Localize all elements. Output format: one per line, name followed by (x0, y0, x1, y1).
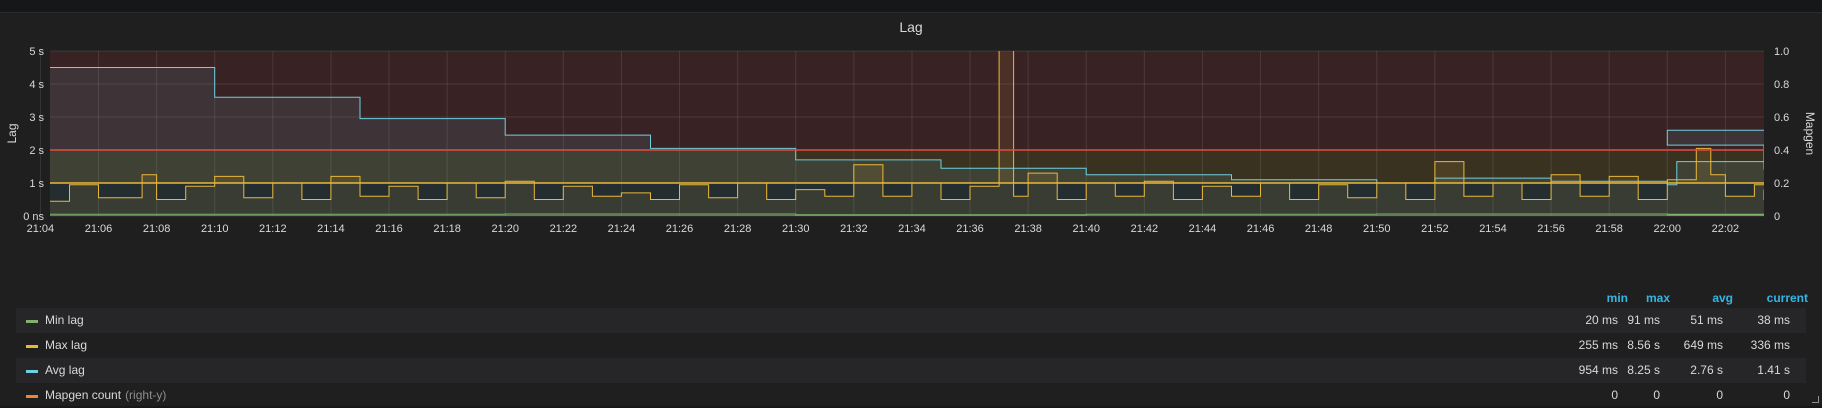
graph-panel: Lag 0 ns 1 s 2 s 3 s 4 s 5 s 0 0.2 0.4 0.6 0.8 1.0 2… (0, 12, 1822, 406)
x-tick-label: 21:24 (608, 223, 636, 235)
legend-series-label: Mapgen count (45, 388, 122, 402)
x-tick-label: 21:26 (666, 223, 694, 235)
x-tick-label: 21:46 (1247, 223, 1275, 235)
legend-series-name[interactable]: Mapgen count (right-y) (45, 383, 166, 408)
x-tick-label: 21:48 (1305, 223, 1333, 235)
x-tick-label: 21:28 (724, 223, 752, 235)
x-tick-label: 21:08 (143, 223, 171, 235)
legend-value-current: 0 (1783, 388, 1790, 402)
legend-swatch[interactable] (26, 345, 38, 348)
x-tick-label: 21:42 (1131, 223, 1159, 235)
legend-series-name[interactable]: Avg lag (45, 358, 85, 383)
x-tick-label: 21:04 (27, 223, 55, 235)
legend-row[interactable]: Mapgen count (right-y) 0 0 0 0 (16, 383, 1806, 408)
x-tick-label: 21:36 (956, 223, 984, 235)
x-tick-label: 22:02 (1712, 223, 1740, 235)
resize-handle[interactable] (1812, 396, 1819, 403)
y-right-tick-label: 0.8 (1774, 79, 1789, 91)
y-right-tick-label: 0.4 (1774, 145, 1789, 157)
x-tick-label: 21:32 (840, 223, 868, 235)
x-tick-label: 21:56 (1537, 223, 1565, 235)
x-tick-label: 21:52 (1421, 223, 1449, 235)
legend-axis-label: (right-y) (125, 388, 167, 402)
x-tick-label: 21:20 (491, 223, 519, 235)
y-right-tick-label: 0.2 (1774, 178, 1789, 190)
x-tick-label: 21:34 (898, 223, 926, 235)
legend-value-current: 336 ms (1750, 338, 1790, 352)
y-left-tick-label: 0 ns (23, 211, 44, 223)
x-tick-label: 21:44 (1189, 223, 1217, 235)
y-left-tick-label: 4 s (29, 79, 44, 91)
x-tick-label: 21:14 (317, 223, 345, 235)
x-tick-label: 21:40 (1072, 223, 1100, 235)
legend-swatch[interactable] (26, 395, 38, 398)
legend-series-label: Min lag (45, 313, 84, 327)
x-tick-label: 21:38 (1014, 223, 1042, 235)
x-tick-label: 21:22 (550, 223, 578, 235)
y-right-axis-label: Mapgen (1803, 112, 1817, 155)
x-tick-label: 21:54 (1479, 223, 1507, 235)
legend-value-current: 1.41 s (1757, 363, 1790, 377)
legend-series-name[interactable]: Max lag (45, 333, 87, 358)
x-tick-label: 21:12 (259, 223, 287, 235)
x-tick-label: 21:10 (201, 223, 229, 235)
legend-swatch[interactable] (26, 370, 38, 373)
x-tick-label: 21:58 (1595, 223, 1623, 235)
y-left-tick-label: 2 s (29, 145, 44, 157)
legend-row[interactable]: Avg lag 954 ms 8.25 s 2.76 s 1.41 s (16, 358, 1806, 383)
x-tick-label: 21:30 (782, 223, 810, 235)
y-right-tick-label: 0 (1774, 211, 1780, 223)
y-right-tick-label: 0.6 (1774, 112, 1789, 124)
y-left-tick-label: 5 s (29, 46, 44, 58)
y-left-tick-label: 1 s (29, 178, 44, 190)
lag-chart[interactable]: 0 ns 1 s 2 s 3 s 4 s 5 s 0 0.2 0.4 0.6 0.8 1.0 21:04… (0, 13, 1822, 278)
legend-series-name[interactable]: Min lag (45, 308, 84, 333)
legend-series-label: Max lag (45, 338, 88, 352)
legend-row[interactable]: Min lag 20 ms 91 ms 51 ms 38 ms (16, 308, 1806, 333)
x-tick-label: 22:00 (1653, 223, 1681, 235)
x-tick-label: 21:18 (433, 223, 461, 235)
x-tick-label: 21:50 (1363, 223, 1391, 235)
x-tick-label: 21:06 (85, 223, 113, 235)
y-left-axis-label: Lag (5, 123, 19, 143)
legend-row[interactable]: Max lag 255 ms 8.56 s 649 ms 336 ms (16, 333, 1806, 358)
y-left-tick-label: 3 s (29, 112, 44, 124)
y-right-tick-label: 1.0 (1774, 46, 1789, 58)
x-tick-label: 21:16 (375, 223, 403, 235)
legend-swatch[interactable] (26, 320, 38, 323)
legend-series-label: Avg lag (45, 363, 85, 377)
legend-value-current: 38 ms (1757, 313, 1790, 327)
